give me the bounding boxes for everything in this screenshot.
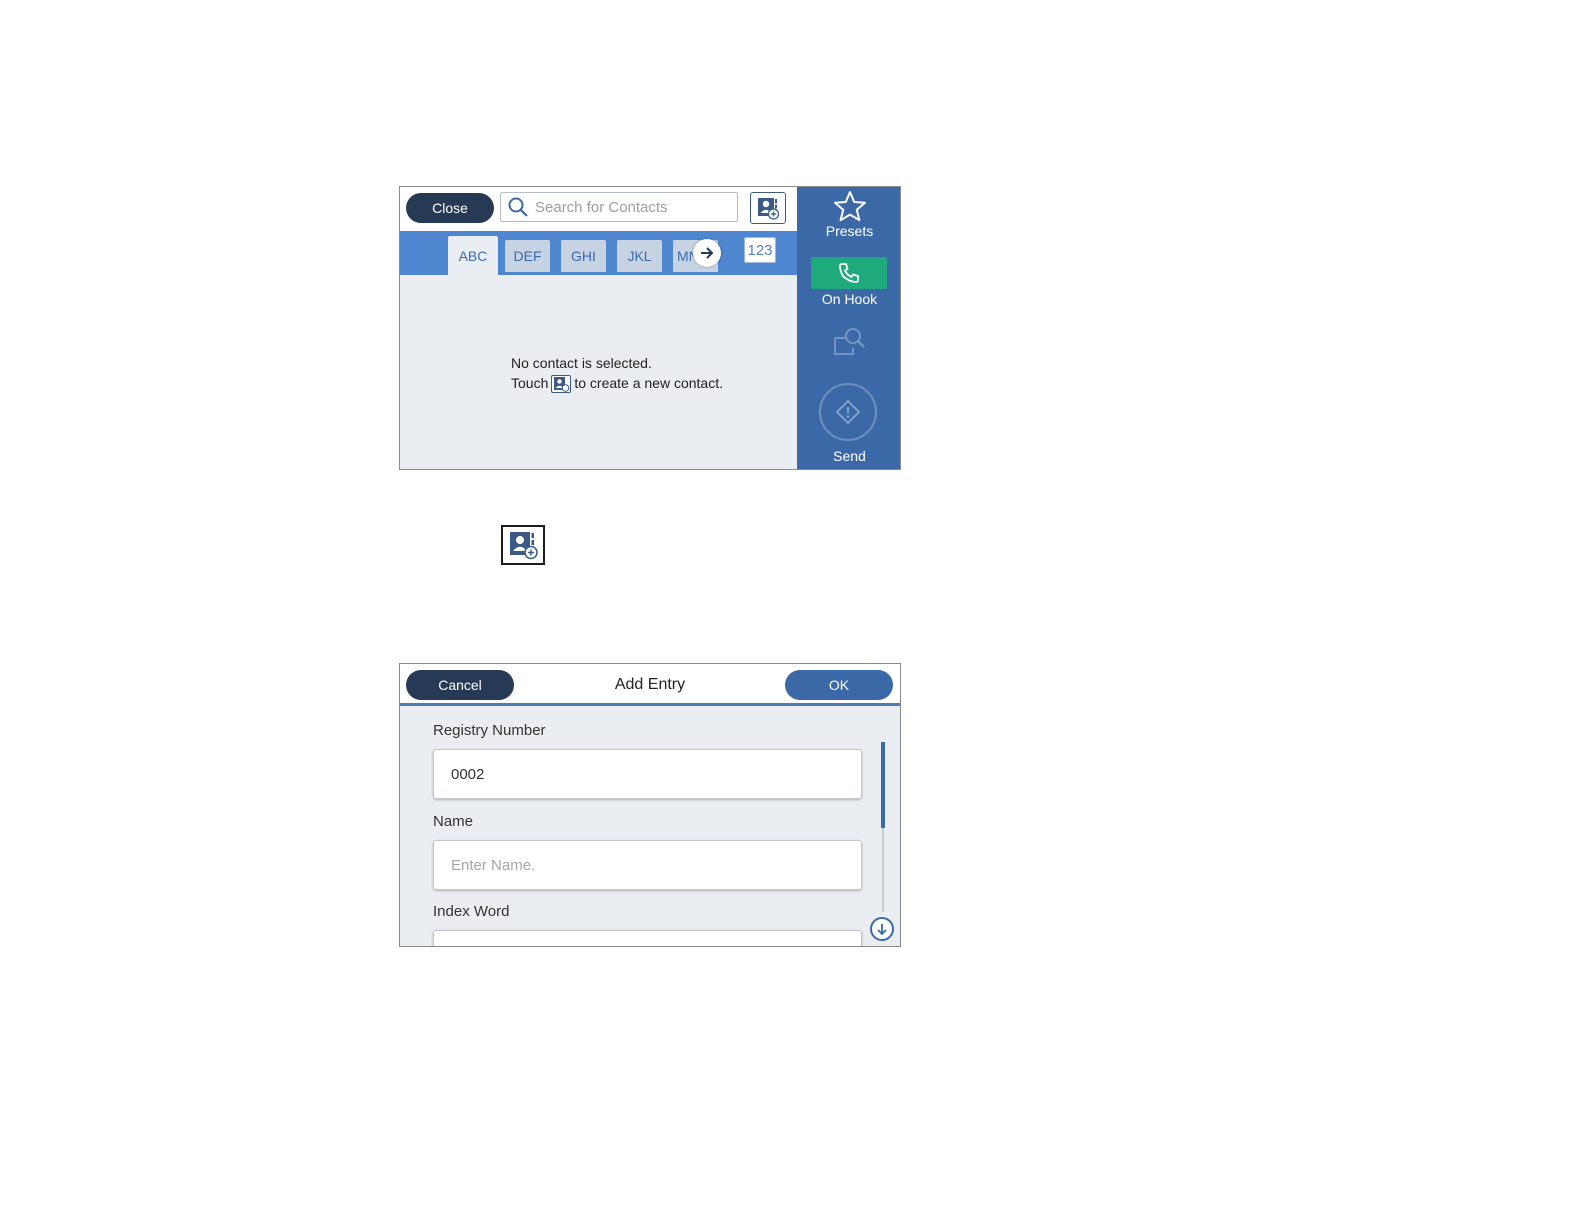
star-icon[interactable] [833,190,867,222]
tab-def[interactable]: DEF [505,240,550,272]
touch-text: Touch [511,375,549,391]
contacts-toolbar: Close [400,187,797,231]
cancel-button[interactable]: Cancel [406,670,514,700]
registry-number-input[interactable] [449,750,853,798]
send-button[interactable] [819,383,877,441]
on-hook-label: On Hook [821,291,878,307]
tab-123[interactable]: 123 [744,237,776,263]
empty-message-line2: Touch to create a new contact. [511,373,723,393]
tab-scroll-right-button[interactable] [693,239,721,267]
phone-icon [839,263,859,283]
page-title: Add Entry [614,676,686,693]
empty-message-line1: No contact is selected. [511,355,652,371]
fax-sidebar: Presets On Hook Send [797,187,900,469]
contacts-screen: Close ABC DEF GHI JKL MN [399,186,901,470]
arrow-right-icon [701,247,714,259]
presets-label[interactable]: Presets [797,223,900,239]
add-contact-button[interactable] [750,192,786,224]
on-hook-button[interactable] [811,257,887,289]
index-word-field[interactable] [433,930,862,946]
add-contact-icon [510,532,538,560]
registry-number-field[interactable] [433,749,862,799]
arrow-down-icon [877,924,887,936]
empty-contact-message: No contact is selected. Touch to create a… [511,353,723,393]
name-field[interactable] [433,840,862,890]
name-label: Name [433,813,474,830]
tab-jkl[interactable]: JKL [617,240,662,272]
close-button[interactable]: Close [406,193,494,223]
add-contact-icon [551,375,572,393]
add-contact-icon [758,198,780,220]
tab-ghi[interactable]: GHI [561,240,606,272]
search-box[interactable] [500,192,738,222]
ok-button[interactable]: OK [785,670,893,700]
send-diamond-icon [835,399,861,425]
search-input[interactable] [533,197,737,217]
add-entry-screen: Cancel Add Entry OK Registry Number Name… [399,663,901,947]
scrollbar-thumb[interactable] [881,742,885,828]
tab-abc[interactable]: ABC [448,236,498,275]
index-word-label: Index Word [433,903,510,920]
preview-icon [834,328,865,355]
send-label: Send [833,448,866,464]
registry-number-label: Registry Number [433,722,546,739]
name-input[interactable] [449,841,853,889]
search-icon [508,197,528,217]
add-contact-icon-large [501,525,545,565]
alphabet-tab-bar: ABC DEF GHI JKL MN [400,231,797,275]
scroll-down-button[interactable] [870,917,894,941]
add-entry-header: Cancel Add Entry OK [400,664,900,706]
create-contact-text: to create a new contact. [574,375,723,391]
